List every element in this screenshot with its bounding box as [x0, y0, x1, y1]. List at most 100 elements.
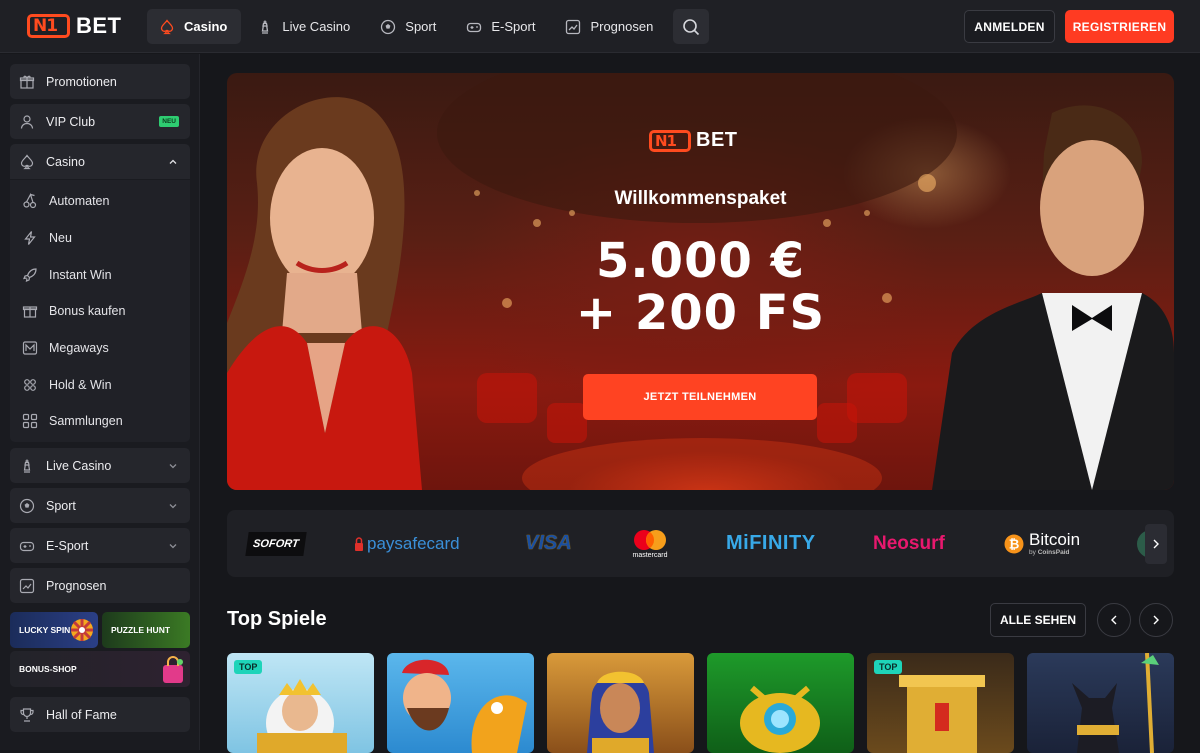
scarab-game-artwork [740, 685, 820, 753]
sidebar-item-label: VIP Club [46, 114, 96, 129]
sidebar-item-hall-of-fame[interactable]: Hall of Fame [10, 697, 190, 732]
payment-mifinity: MiFINITY [726, 510, 816, 577]
pharaoh-game-artwork [587, 671, 654, 753]
sidebar-item-prognosen[interactable]: Prognosen [10, 568, 190, 603]
bitcoin-icon: ₿ [1004, 534, 1024, 553]
top-bar: BET Casino Live Casino Sport E-Sport Pro… [0, 0, 1200, 53]
soccer-ball-icon [381, 19, 396, 34]
nav-casino[interactable]: Casino [147, 9, 242, 44]
mastercard-label: mastercard [632, 551, 668, 559]
game-card-anubis[interactable] [1027, 653, 1174, 753]
logo-text: BET [76, 13, 122, 38]
spade-icon [20, 153, 34, 169]
sidebar: Promotionen VIP Club NEU Casino Automate… [0, 54, 200, 750]
brand-logo[interactable]: BET [27, 13, 122, 39]
lightning-icon [24, 231, 36, 245]
nav-esport[interactable]: E-Sport [454, 9, 549, 44]
logo-mark [27, 14, 70, 38]
wheel-icon [71, 619, 93, 641]
promo-tile-bonus-shop[interactable]: BONUS-SHOP [10, 651, 190, 687]
sidebar-item-label: Promotionen [46, 74, 117, 89]
chevron-down-icon [169, 504, 177, 509]
sidebar-item-label: Live Casino [46, 458, 112, 473]
submenu-item-sammlungen[interactable]: Sammlungen [22, 411, 123, 431]
submenu-item-hold-win[interactable]: Hold & Win [22, 375, 112, 395]
sidebar-item-sport[interactable]: Sport [10, 488, 190, 523]
search-button[interactable] [673, 9, 710, 44]
payment-paysafecard: paysafecard [354, 510, 460, 577]
soccer-ball-icon [19, 498, 35, 513]
nav-live-casino[interactable]: Live Casino [245, 9, 364, 44]
mifinity-logo: MiFINITY [726, 532, 816, 554]
coinspaid-label: CoinsPaid [1037, 548, 1070, 556]
vip-icon [20, 114, 34, 129]
payment-visa: VISA [525, 510, 572, 577]
promo-tile-lucky-spin[interactable]: LUCKY SPIN [10, 612, 98, 648]
submenu-item-bonus-kaufen[interactable]: Bonus kaufen [22, 301, 125, 321]
nav-sport[interactable]: Sport [368, 9, 450, 44]
submenu-item-neu[interactable]: Neu [22, 228, 72, 248]
gift-icon [19, 75, 35, 89]
game-card-temple[interactable]: TOP [867, 653, 1014, 753]
promo-tile-puzzle-hunt[interactable]: PUZZLE HUNT [102, 612, 190, 648]
top-games-title: Top Spiele [227, 608, 327, 630]
svg-text:₿: ₿ [1009, 537, 1020, 552]
chess-icon [23, 459, 31, 473]
game-card-scarab[interactable] [707, 653, 854, 753]
sidebar-item-casino[interactable]: Casino [10, 144, 190, 179]
game-card-zeus[interactable]: TOP [227, 653, 374, 753]
fisherman-game-artwork [402, 659, 527, 753]
megaways-icon [22, 341, 38, 355]
coins-icon [24, 379, 36, 391]
sidebar-item-live-casino[interactable]: Live Casino [10, 448, 190, 483]
rocket-icon [23, 268, 37, 282]
submenu-item-instant-win[interactable]: Instant Win [22, 265, 112, 285]
join-now-button[interactable]: JETZT TEILNEHMEN [583, 374, 817, 420]
anubis-game-artwork [1072, 653, 1159, 753]
bitcoin-label: Bitcoin [1029, 529, 1081, 549]
spade-icon [160, 18, 174, 34]
register-button[interactable]: REGISTRIEREN [1065, 10, 1174, 43]
chart-icon [19, 578, 35, 593]
submenu-item-label: Automaten [49, 194, 110, 208]
top-tag: TOP [234, 660, 263, 674]
game-card-pharaoh[interactable] [547, 653, 694, 753]
submenu-item-label: Instant Win [49, 268, 112, 282]
trophy-icon [20, 707, 34, 722]
payment-bitcoin: ₿ Bitcoin by CoinsPaid [1004, 510, 1080, 577]
shopping-bag-icon [163, 656, 183, 683]
game-card-fisherman[interactable] [387, 653, 534, 753]
hero-logo: BET [649, 129, 738, 152]
main-nav: Casino Live Casino Sport E-Sport Prognos… [147, 9, 710, 44]
hero-banner[interactable]: BET Willkommenspaket 5.000 € + 200 FS JE… [227, 73, 1174, 490]
paysafecard-logo: paysafecard [367, 533, 460, 553]
neosurf-logo: Neosurf [873, 532, 945, 554]
mastercard-circles-icon [634, 529, 666, 550]
see-all-button[interactable]: ALLE SEHEN [990, 603, 1086, 637]
payments-next-button[interactable] [1145, 524, 1167, 564]
sidebar-item-label: Sport [46, 498, 76, 513]
visa-logo: VISA [525, 532, 572, 554]
submenu-item-automaten[interactable]: Automaten [22, 191, 109, 211]
gamepad-icon [19, 541, 35, 551]
payment-methods-strip: SOFORT paysafecard VISA mastercard MiFIN… [227, 510, 1174, 577]
bitcoin-by-label: by [1029, 548, 1036, 556]
sidebar-item-vip-club[interactable]: VIP Club NEU [10, 104, 190, 139]
grid-icon [22, 413, 38, 429]
sidebar-item-esport[interactable]: E-Sport [10, 528, 190, 563]
nav-prognosen[interactable]: Prognosen [553, 9, 667, 44]
new-badge: NEU [159, 116, 179, 127]
hero-amount-line-2: + 200 FS [575, 285, 826, 341]
sidebar-item-promotionen[interactable]: Promotionen [10, 64, 190, 99]
login-button[interactable]: ANMELDEN [964, 10, 1055, 43]
submenu-item-label: Bonus kaufen [49, 304, 126, 318]
submenu-item-megaways[interactable]: Megaways [22, 338, 109, 358]
games-next-button[interactable] [1139, 603, 1173, 637]
promo-tile-label: BONUS-SHOP [19, 664, 77, 674]
sidebar-item-label: Hall of Fame [46, 707, 117, 722]
nav-prognosen-label: Prognosen [590, 19, 654, 34]
games-prev-button[interactable] [1097, 603, 1131, 637]
submenu-item-label: Megaways [49, 341, 109, 355]
padlock-icon [355, 536, 363, 551]
gift-box-icon [22, 306, 38, 318]
